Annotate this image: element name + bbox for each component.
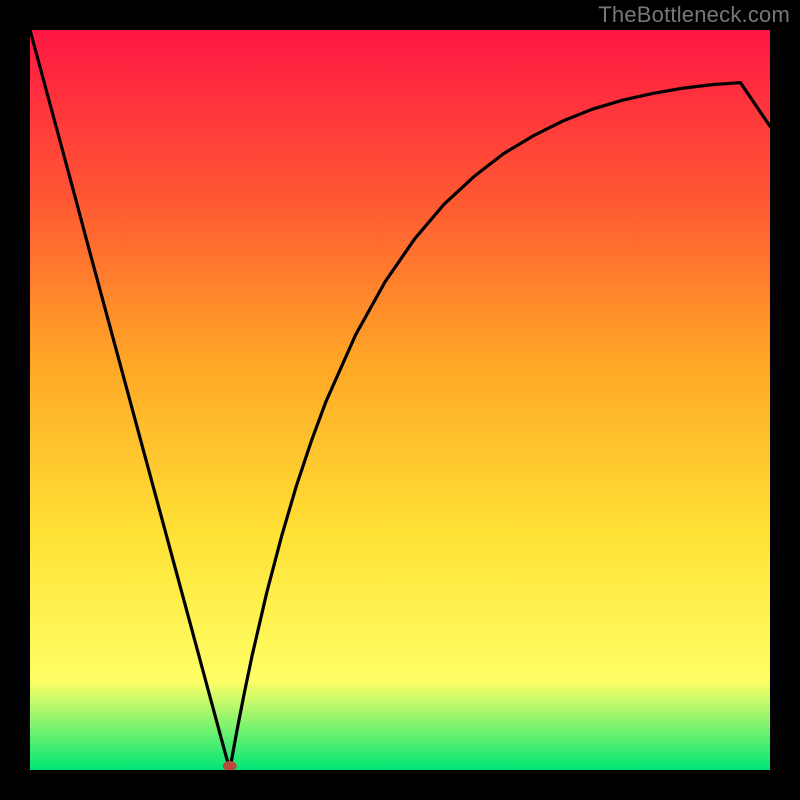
plot-area (30, 30, 770, 770)
bottleneck-chart (30, 30, 770, 770)
chart-frame: TheBottleneck.com (0, 0, 800, 800)
gradient-background (30, 30, 770, 770)
watermark-text: TheBottleneck.com (598, 2, 790, 28)
